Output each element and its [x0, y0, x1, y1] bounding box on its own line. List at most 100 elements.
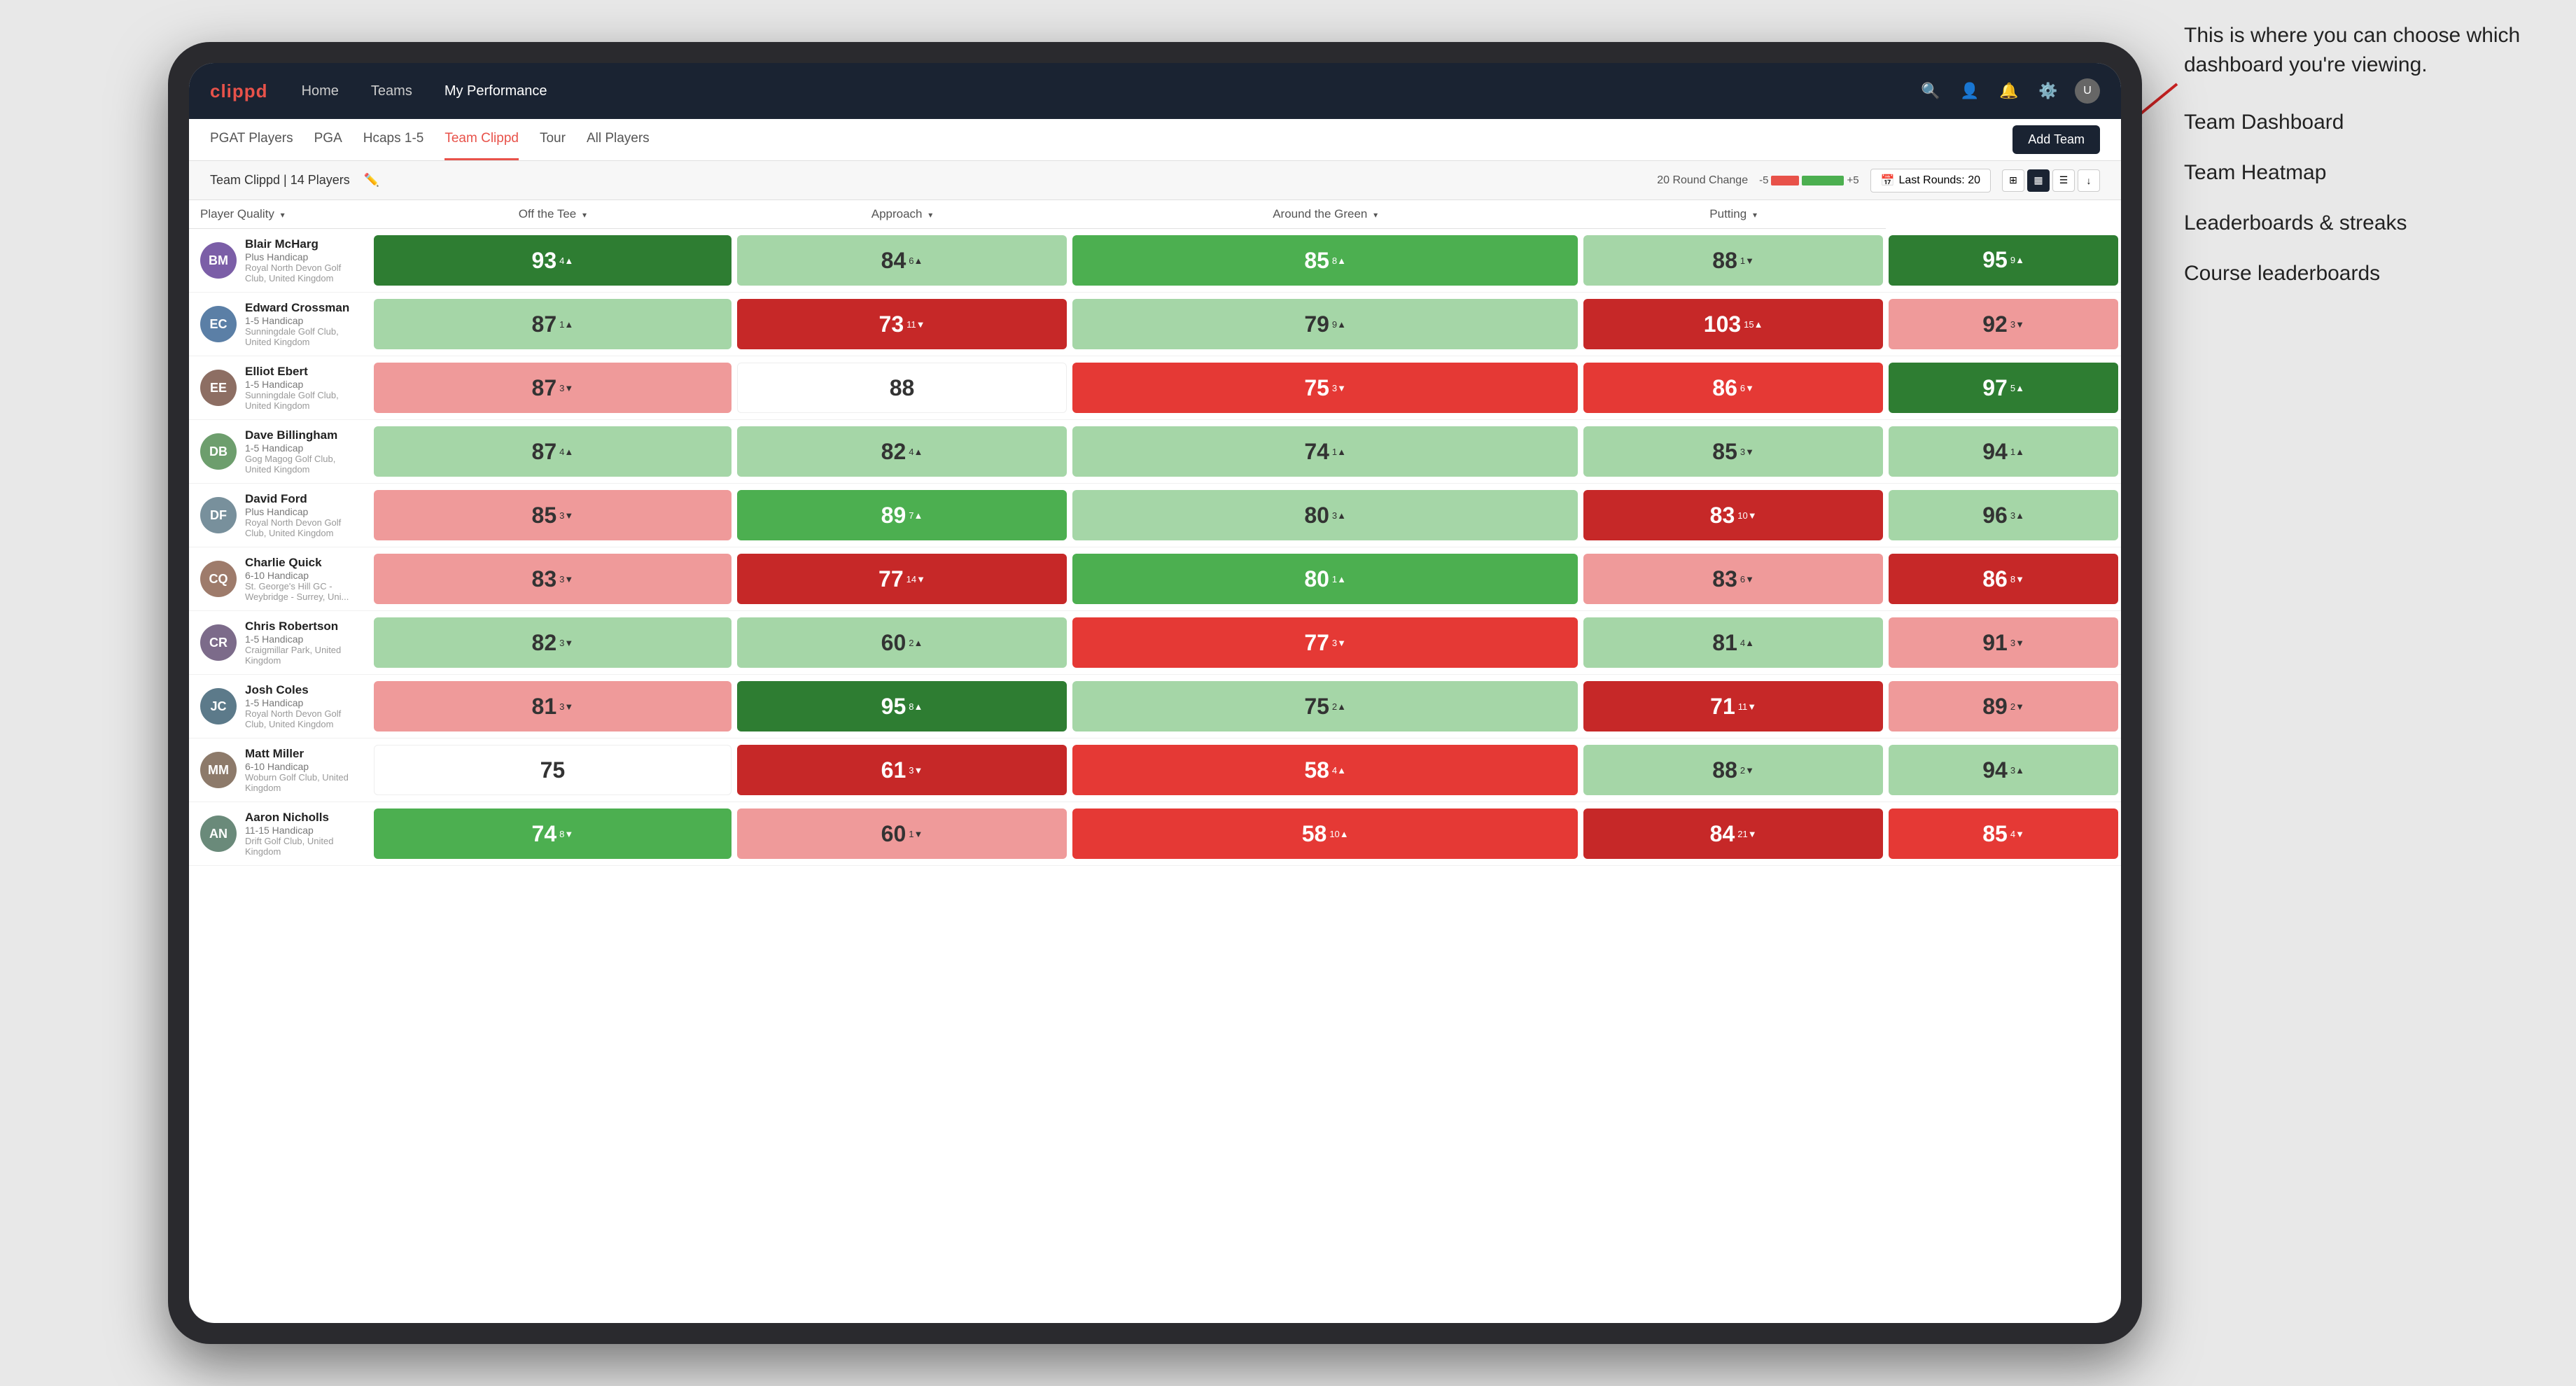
table-header: Player Quality ▾ Off the Tee ▾ Approach … [189, 200, 2121, 229]
tab-team-clippd[interactable]: Team Clippd [444, 119, 519, 160]
user-icon[interactable]: 👤 [1957, 78, 1982, 104]
score-cell: 88 1▼ [1581, 229, 1886, 293]
score-cell: 80 1▲ [1070, 547, 1581, 611]
score-change: 6▲ [909, 255, 923, 266]
player-name: Charlie Quick [245, 556, 360, 570]
score-change: 4▲ [559, 255, 573, 266]
table-row[interactable]: MM Matt Miller 6-10 Handicap Woburn Golf… [189, 738, 2121, 802]
score-value: 83 [1710, 503, 1735, 528]
score-change: 4▲ [1740, 638, 1754, 648]
score-cell: 86 8▼ [1886, 547, 2121, 611]
score-cell: 89 7▲ [734, 484, 1070, 547]
col-header-player[interactable]: Player Quality ▾ [189, 200, 371, 229]
heatmap-view-button[interactable]: ▦ [2027, 169, 2050, 192]
score-cell: 85 3▼ [371, 484, 734, 547]
player-details: Edward Crossman 1-5 Handicap Sunningdale… [245, 301, 360, 347]
score-change: 3▼ [1332, 638, 1346, 648]
player-cell: CR Chris Robertson 1-5 Handicap Craigmil… [189, 611, 371, 675]
score-box: 86 6▼ [1583, 363, 1883, 413]
player-cell: BM Blair McHarg Plus Handicap Royal Nort… [189, 229, 371, 293]
table-row[interactable]: AN Aaron Nicholls 11-15 Handicap Drift G… [189, 802, 2121, 866]
score-change: 1▲ [1332, 574, 1346, 584]
player-club: Royal North Devon Golf Club, United King… [245, 262, 360, 284]
score-value: 86 [1712, 375, 1737, 401]
score-value: 75 [1304, 694, 1329, 720]
nav-link-myperformance[interactable]: My Performance [439, 80, 553, 102]
nav-link-home[interactable]: Home [296, 80, 344, 102]
bell-icon[interactable]: 🔔 [1996, 78, 2022, 104]
score-box: 73 11▼ [737, 299, 1068, 349]
secondary-nav: PGAT Players PGA Hcaps 1-5 Team Clippd T… [189, 119, 2121, 161]
score-box: 74 1▲ [1072, 426, 1578, 477]
last-rounds-button[interactable]: 📅 Last Rounds: 20 [1870, 169, 1991, 192]
sort-arrow-approach: ▾ [928, 210, 932, 220]
player-name: Chris Robertson [245, 620, 360, 634]
score-change: 1▲ [2010, 447, 2024, 457]
search-icon[interactable]: 🔍 [1918, 78, 1943, 104]
score-change: 3▼ [1740, 447, 1754, 457]
score-value: 94 [1982, 757, 2008, 783]
player-cell: DF David Ford Plus Handicap Royal North … [189, 484, 371, 547]
table-row[interactable]: CR Chris Robertson 1-5 Handicap Craigmil… [189, 611, 2121, 675]
score-change: 3▼ [909, 765, 923, 776]
annotation-item-3: Leaderboards & streaks [2184, 209, 2548, 238]
round-change-label: 20 Round Change [1657, 174, 1748, 187]
table-row[interactable]: JC Josh Coles 1-5 Handicap Royal North D… [189, 675, 2121, 738]
table-row[interactable]: DB Dave Billingham 1-5 Handicap Gog Mago… [189, 420, 2121, 484]
table-row[interactable]: CQ Charlie Quick 6-10 Handicap St. Georg… [189, 547, 2121, 611]
nav-icons: 🔍 👤 🔔 ⚙️ U [1918, 78, 2100, 104]
annotation-item-4: Course leaderboards [2184, 259, 2548, 288]
score-box: 79 9▲ [1072, 299, 1578, 349]
player-name: Matt Miller [245, 747, 360, 761]
score-value: 83 [1712, 566, 1737, 592]
download-button[interactable]: ↓ [2078, 169, 2100, 192]
col-header-around[interactable]: Around the Green ▾ [1070, 200, 1581, 229]
list-view-button[interactable]: ☰ [2052, 169, 2075, 192]
score-box: 94 1▲ [1889, 426, 2118, 477]
grid-view-button[interactable]: ⊞ [2002, 169, 2024, 192]
score-box: 80 1▲ [1072, 554, 1578, 604]
player-avatar: JC [200, 688, 237, 724]
col-header-tee[interactable]: Off the Tee ▾ [371, 200, 734, 229]
player-details: Aaron Nicholls 11-15 Handicap Drift Golf… [245, 811, 360, 857]
col-header-putting[interactable]: Putting ▾ [1581, 200, 1886, 229]
tab-tour[interactable]: Tour [540, 119, 566, 160]
tab-pgat-players[interactable]: PGAT Players [210, 119, 293, 160]
user-avatar[interactable]: U [2075, 78, 2100, 104]
score-box: 60 2▲ [737, 617, 1068, 668]
score-change: 3▼ [559, 510, 573, 521]
table-row[interactable]: BM Blair McHarg Plus Handicap Royal Nort… [189, 229, 2121, 293]
secondary-tabs: PGAT Players PGA Hcaps 1-5 Team Clippd T… [210, 119, 650, 160]
score-change: 2▲ [1332, 701, 1346, 712]
player-handicap: 11-15 Handicap [245, 825, 360, 836]
edit-icon[interactable]: ✏️ [364, 173, 379, 188]
round-change-bar: -5 +5 [1759, 174, 1858, 186]
score-box: 85 4▼ [1889, 808, 2118, 859]
col-header-approach[interactable]: Approach ▾ [734, 200, 1070, 229]
score-box: 74 8▼ [374, 808, 732, 859]
calendar-icon: 📅 [1881, 174, 1895, 188]
table-row[interactable]: EE Elliot Ebert 1-5 Handicap Sunningdale… [189, 356, 2121, 420]
score-value: 60 [881, 630, 906, 656]
score-change: 10▼ [1737, 510, 1756, 521]
score-cell: 74 1▲ [1070, 420, 1581, 484]
score-cell: 103 15▲ [1581, 293, 1886, 356]
nav-link-teams[interactable]: Teams [365, 80, 418, 102]
score-box: 93 4▲ [374, 235, 732, 286]
tab-all-players[interactable]: All Players [587, 119, 650, 160]
add-team-button[interactable]: Add Team [2012, 125, 2100, 154]
player-info: EC Edward Crossman 1-5 Handicap Sunningd… [200, 301, 360, 347]
score-cell: 84 21▼ [1581, 802, 1886, 866]
player-name: Edward Crossman [245, 301, 360, 315]
tab-pga[interactable]: PGA [314, 119, 342, 160]
settings-icon[interactable]: ⚙️ [2036, 78, 2061, 104]
score-cell: 97 5▲ [1886, 356, 2121, 420]
score-cell: 82 4▲ [734, 420, 1070, 484]
score-change: 3▼ [1332, 383, 1346, 393]
player-handicap: 1-5 Handicap [245, 697, 360, 708]
table-row[interactable]: EC Edward Crossman 1-5 Handicap Sunningd… [189, 293, 2121, 356]
table-row[interactable]: DF David Ford Plus Handicap Royal North … [189, 484, 2121, 547]
score-box: 77 3▼ [1072, 617, 1578, 668]
tab-hcaps[interactable]: Hcaps 1-5 [363, 119, 424, 160]
score-box: 71 11▼ [1583, 681, 1883, 732]
